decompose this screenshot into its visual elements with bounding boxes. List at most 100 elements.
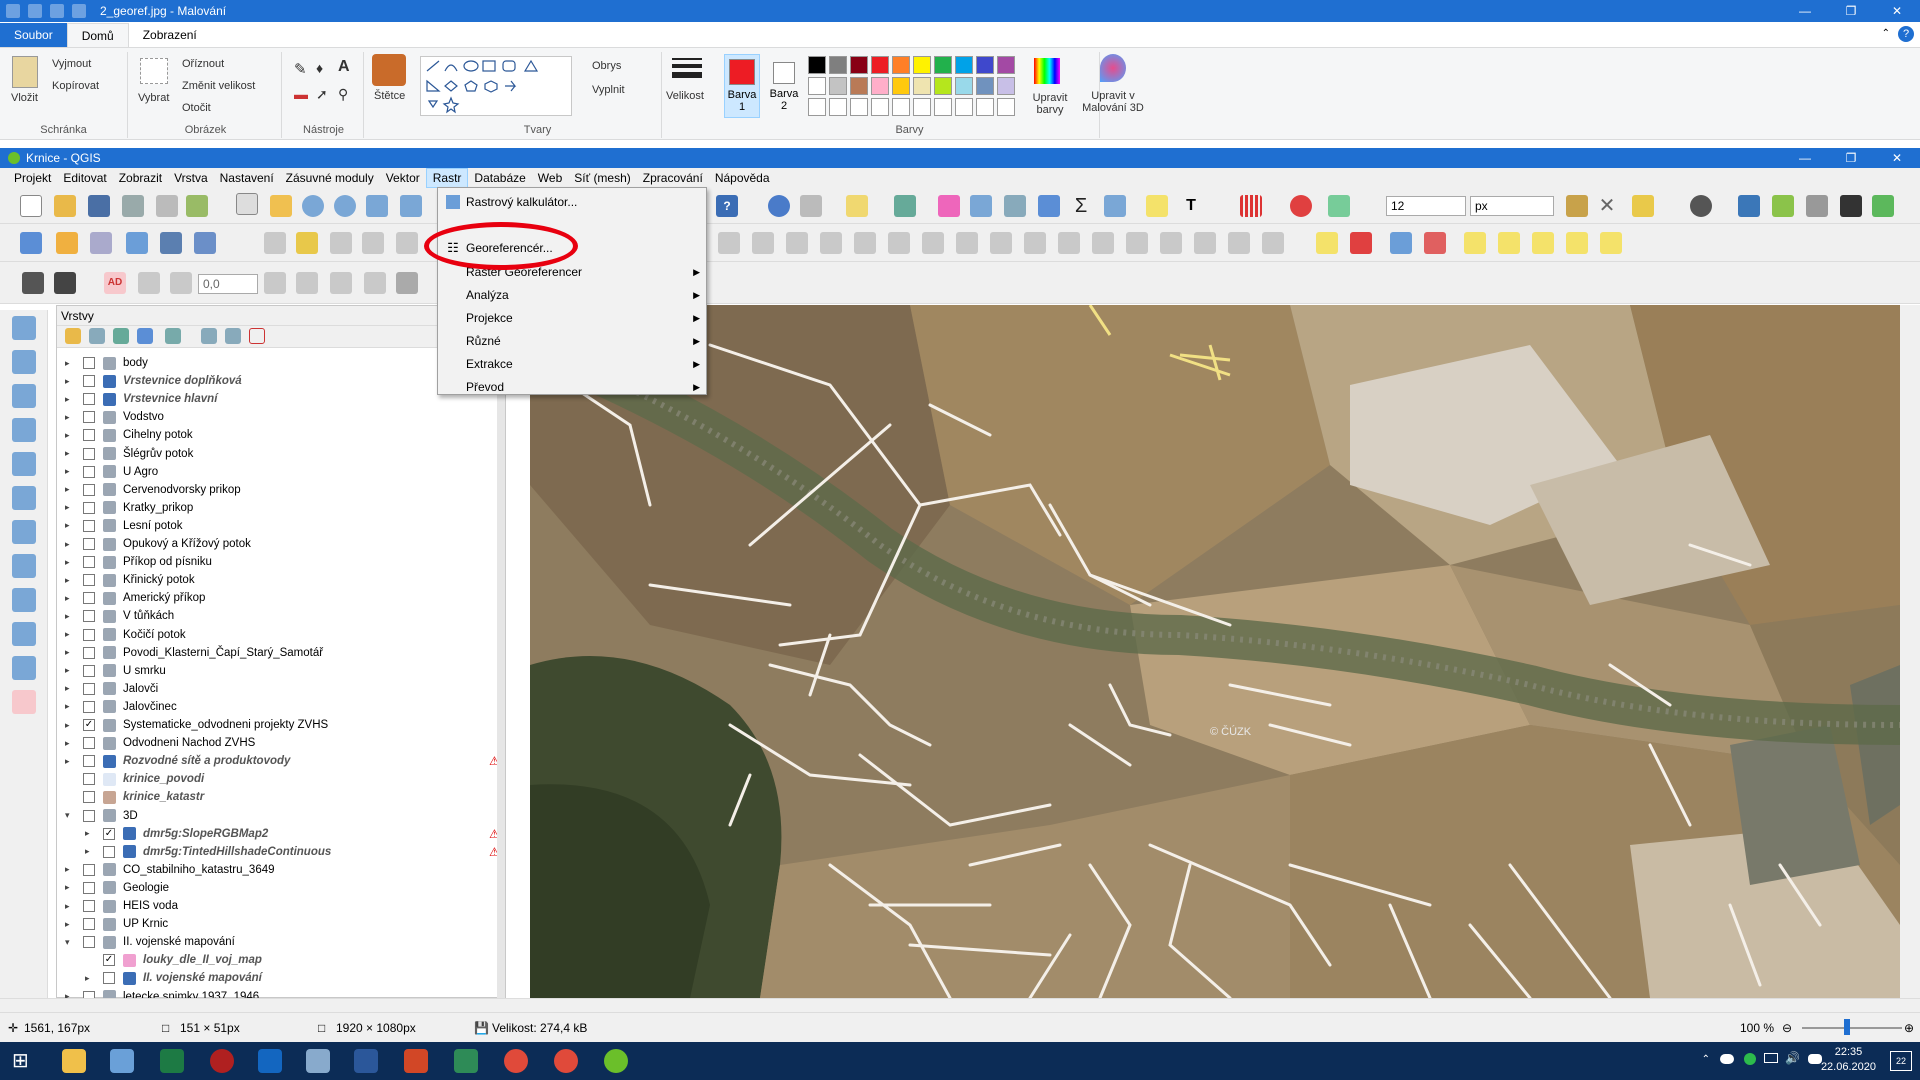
open-project-icon[interactable]	[54, 195, 76, 217]
expand-arrow-icon[interactable]: ▸	[65, 864, 70, 875]
layer-row[interactable]: ▾ 3D	[57, 807, 497, 825]
expand-arrow-icon[interactable]: ▸	[65, 882, 70, 893]
rotate-feature-icon[interactable]	[922, 232, 944, 254]
simplify-feature-icon[interactable]	[956, 232, 978, 254]
expand-arrow-icon[interactable]: ▸	[65, 919, 70, 930]
layer-row[interactable]: ▸ Vodstvo	[57, 408, 497, 426]
layer-row[interactable]: ▸ Geologie	[57, 879, 497, 897]
add-vector-layer-icon[interactable]	[90, 232, 112, 254]
change-label-icon[interactable]	[1532, 232, 1554, 254]
expand-arrow-icon[interactable]: ▸	[65, 430, 70, 441]
add-ring-icon[interactable]	[990, 232, 1012, 254]
layer-visibility-checkbox[interactable]	[83, 393, 95, 406]
expand-all-icon[interactable]	[201, 328, 217, 344]
tracing-icon[interactable]	[1840, 195, 1862, 217]
show-hide-labels-icon[interactable]	[1424, 232, 1446, 254]
label-diagram-icon[interactable]	[1566, 232, 1588, 254]
layer-visibility-checkbox[interactable]	[83, 773, 95, 786]
style-manager-icon[interactable]	[186, 195, 208, 217]
edit-colors-button[interactable]: Upravit barvy	[1030, 92, 1070, 116]
expand-arrow-icon[interactable]: ▸	[85, 846, 90, 857]
ad-side-icon[interactable]	[12, 690, 36, 714]
zoom-in-button[interactable]: ⊕	[1904, 1021, 1914, 1035]
menu-nastaveni[interactable]: Nastavení	[214, 168, 280, 188]
layer-row[interactable]: ▸ Odvodneni Nachod ZVHS	[57, 734, 497, 752]
copy-button[interactable]: Kopírovat	[52, 80, 99, 92]
layer-row[interactable]: ▸ U smrku	[57, 662, 497, 680]
expand-arrow-icon[interactable]: ▸	[65, 394, 70, 405]
menu-zasuvne-moduly[interactable]: Zásuvné moduly	[280, 168, 380, 188]
size-button[interactable]: Velikost	[666, 90, 704, 102]
custom-swatch[interactable]	[976, 98, 994, 116]
tab-domu[interactable]: Domů	[66, 23, 129, 47]
menu-zpracovani[interactable]: Zpracování	[637, 168, 709, 188]
expand-arrow-icon[interactable]: ▸	[65, 376, 70, 387]
menu-item-ruzne[interactable]: Různé ▶	[438, 330, 706, 352]
ad-icon[interactable]: AD	[104, 272, 126, 294]
copy-features-icon[interactable]	[786, 232, 808, 254]
expand-arrow-icon[interactable]: ▸	[65, 466, 70, 477]
select-by-value-icon[interactable]	[894, 195, 916, 217]
expand-arrow-icon[interactable]: ▸	[65, 412, 70, 423]
add-mesh-icon[interactable]	[12, 418, 36, 442]
move-label-icon[interactable]	[1464, 232, 1486, 254]
select-features-icon[interactable]	[846, 195, 868, 217]
layer-visibility-checkbox[interactable]	[83, 900, 95, 912]
help-icon[interactable]: ?	[1898, 26, 1914, 42]
magnifier-icon[interactable]: ⚲	[338, 86, 348, 103]
layer-row[interactable]: ▸ Opukový a Křížový potok	[57, 535, 497, 553]
topology-icon[interactable]	[1566, 195, 1588, 217]
statistics-icon[interactable]: Σ	[1070, 195, 1092, 217]
layer-row[interactable]: ▸ HEIS voda	[57, 897, 497, 915]
save-project-icon[interactable]	[88, 195, 110, 217]
current-edits-icon[interactable]	[296, 232, 318, 254]
security-icon[interactable]	[1744, 1053, 1756, 1065]
snapping-mode-icon[interactable]	[1328, 195, 1350, 217]
layer-row[interactable]: ▸ Šlégrův potok	[57, 445, 497, 463]
cut-button[interactable]: Vyjmout	[52, 58, 91, 70]
shapes-gallery[interactable]	[420, 56, 572, 116]
layer-visibility-checkbox[interactable]	[83, 918, 95, 931]
menu-projekt[interactable]: Projekt	[8, 168, 57, 188]
zoom-slider[interactable]	[1802, 1027, 1902, 1029]
digitize-icon[interactable]	[22, 272, 44, 294]
layer-visibility-checkbox[interactable]	[83, 592, 95, 605]
undo-edit-icon[interactable]	[854, 232, 876, 254]
measure-icon[interactable]	[1104, 195, 1126, 217]
paint3d-icon[interactable]	[1100, 54, 1126, 82]
chrome-icon[interactable]	[504, 1049, 528, 1073]
layer-visibility-checkbox[interactable]	[83, 646, 95, 659]
rotate-label-icon[interactable]	[1498, 232, 1520, 254]
custom-swatch[interactable]	[871, 98, 889, 116]
shortcut-icon[interactable]	[1806, 195, 1828, 217]
custom-swatch[interactable]	[934, 98, 952, 116]
snapping-tolerance-input[interactable]: 12	[1386, 196, 1466, 216]
layer-visibility-checkbox[interactable]	[83, 519, 95, 532]
layer-row[interactable]: ▸ Americký příkop	[57, 589, 497, 607]
volume-icon[interactable]: 🔊	[1785, 1051, 1800, 1065]
menu-item-raster-calculator[interactable]: Rastrový kalkulátor...	[438, 191, 706, 213]
layer-row[interactable]: ▾ II. vojenské mapování	[57, 933, 497, 951]
layer-row[interactable]: ▸ Jalovči	[57, 680, 497, 698]
text-icon[interactable]: A	[338, 58, 350, 76]
layer-visibility-checkbox[interactable]	[83, 791, 95, 804]
layer-visibility-checkbox[interactable]	[83, 809, 95, 822]
cancel-edits-icon[interactable]: ✕	[1596, 195, 1618, 217]
add-spatialite-icon[interactable]	[12, 486, 36, 510]
resize-button[interactable]: Změnit velikost	[182, 80, 255, 92]
expand-arrow-icon[interactable]: ▸	[65, 358, 70, 369]
undo-icon[interactable]	[50, 4, 64, 18]
layer-row[interactable]: ▸ Vrstevnice hlavní	[57, 390, 497, 408]
layer-visibility-checkbox[interactable]	[103, 972, 115, 985]
expand-arrow-icon[interactable]: ▸	[65, 484, 70, 495]
layer-row[interactable]: ▸ Křinický potok	[57, 571, 497, 589]
warning-icon[interactable]: ⚠	[489, 845, 497, 859]
python-console-icon[interactable]	[1738, 195, 1760, 217]
pan-to-selection-icon[interactable]	[270, 195, 292, 217]
layer-row[interactable]: ▸ Kratky_prikop	[57, 499, 497, 517]
zoom-slider-thumb[interactable]	[1844, 1019, 1850, 1035]
add-wfs-layer-icon[interactable]	[126, 232, 148, 254]
expand-arrow-icon[interactable]: ▸	[65, 557, 70, 568]
expand-arrow-icon[interactable]: ▸	[65, 629, 70, 640]
map-canvas[interactable]: © ČÚZK	[530, 305, 1900, 998]
